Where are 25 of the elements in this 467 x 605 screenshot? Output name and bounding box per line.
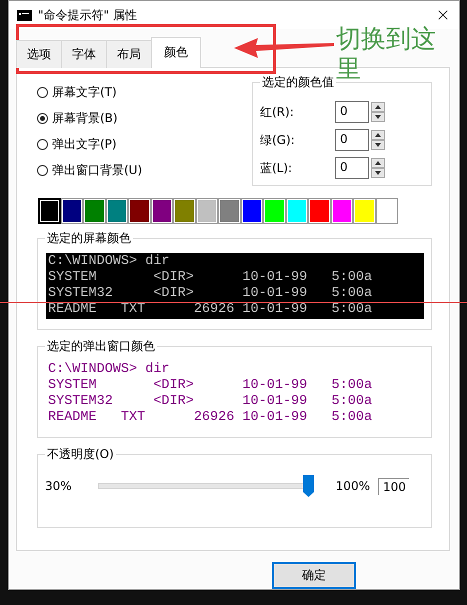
- tab[interactable]: 颜色: [151, 37, 201, 68]
- radio-label: 屏幕背景(B): [52, 110, 118, 127]
- group-title: 选定的颜色值: [261, 74, 335, 91]
- radio-label: 弹出文字(P): [52, 136, 117, 153]
- field-label: 绿(G):: [260, 132, 296, 148]
- screen-preview: C:\WINDOWS> dir SYSTEM <DIR> 10-01-99 5:00a SYSTEM32 <DIR> 10-01-99 5:00a README TXT 26926 10-01-99 5:00a: [46, 253, 424, 319]
- window-title: "命令提示符" 属性: [38, 6, 138, 24]
- group-title: 选定的屏幕颜色: [46, 230, 132, 247]
- tab[interactable]: 字体: [61, 40, 107, 68]
- annotation-text: 切换到这里: [336, 24, 437, 84]
- min-label: 30%: [45, 479, 72, 493]
- field-label: 蓝(L):: [260, 160, 294, 176]
- number-field[interactable]: 0: [335, 101, 369, 123]
- number-field[interactable]: 0: [335, 129, 369, 151]
- ok-button[interactable]: 确定: [272, 562, 356, 589]
- max-label: 100%: [336, 479, 370, 493]
- tab[interactable]: 布局: [106, 40, 152, 68]
- number-field[interactable]: 0: [335, 157, 369, 179]
- group-title: 不透明度(O): [46, 446, 115, 463]
- group-title: 选定的弹出窗口颜色: [46, 338, 156, 355]
- radio-label: 屏幕文字(T): [52, 84, 117, 101]
- field-label: 红(R):: [260, 104, 295, 120]
- radio-label: 弹出窗口背景(U): [52, 162, 142, 179]
- opacity-field[interactable]: 100: [378, 478, 409, 494]
- tab[interactable]: 选项: [16, 40, 62, 68]
